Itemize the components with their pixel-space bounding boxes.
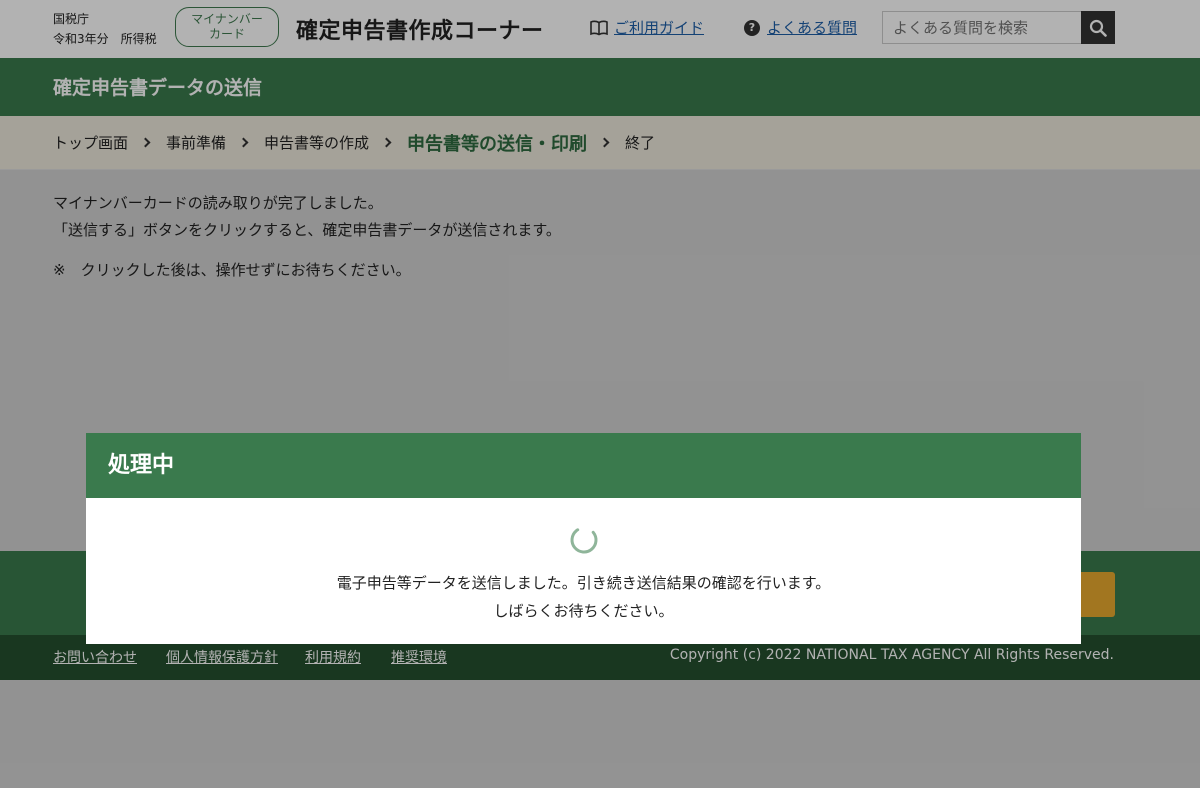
dialog-message: 電子申告等データを送信しました。引き続き送信結果の確認を行います。 しばらくお待… [86,569,1081,625]
dialog-message-line2: しばらくお待ちください。 [493,602,674,620]
processing-dialog: 処理中 電子申告等データを送信しました。引き続き送信結果の確認を行います。 しば… [86,433,1081,644]
dialog-title: 処理中 [108,453,175,478]
page: 国税庁 令和3年分 所得税 マイナンバー カード 確定申告書作成コーナー ご利用… [0,0,1200,788]
spinner-icon [570,526,598,554]
modal-overlay [0,0,1200,788]
dialog-message-line1: 電子申告等データを送信しました。引き続き送信結果の確認を行います。 [336,574,831,592]
dialog-header: 処理中 [86,433,1081,498]
